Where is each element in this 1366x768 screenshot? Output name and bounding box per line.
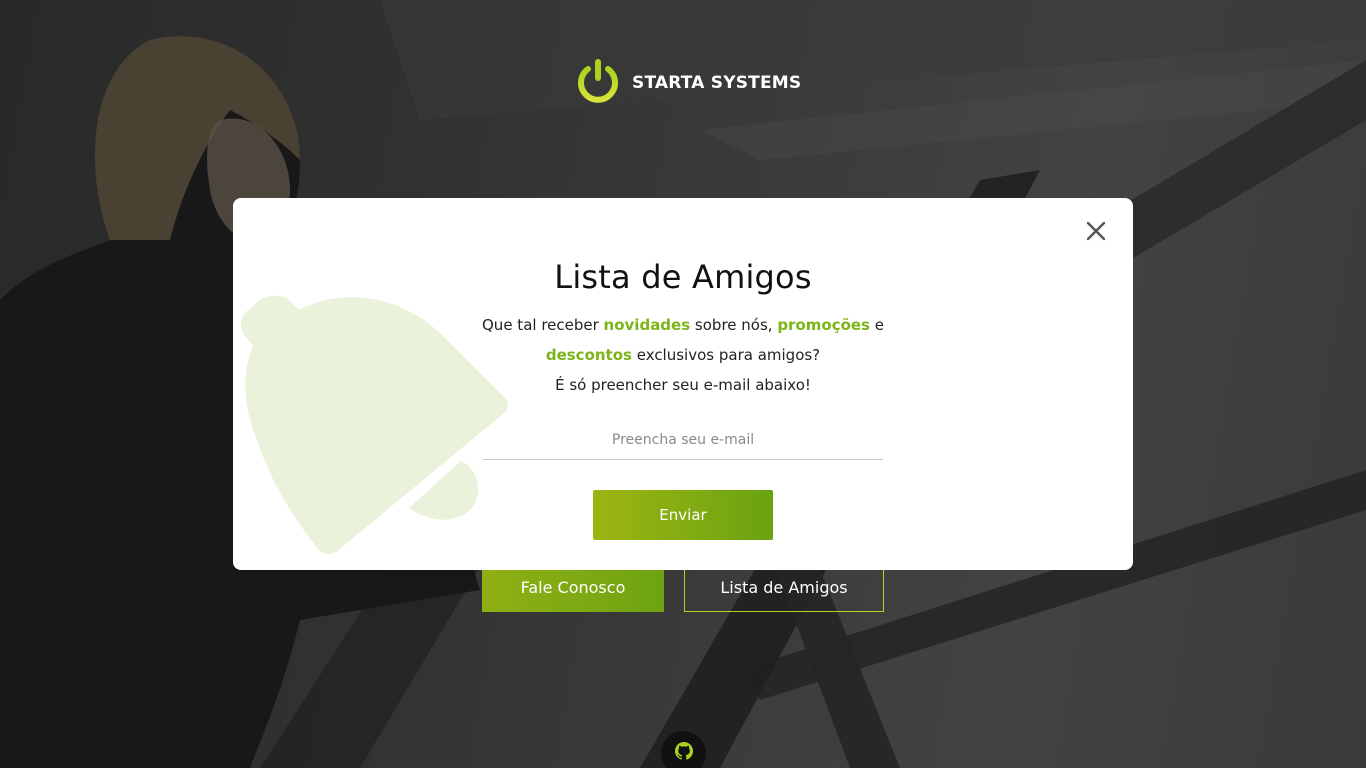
github-button[interactable]: [661, 731, 706, 768]
brand-logo[interactable]: STARTA SYSTEMS: [576, 58, 801, 108]
instruction-text: É só preencher seu e-mail abaixo!: [555, 376, 811, 394]
highlight-promocoes: promoções: [777, 316, 870, 334]
modal-description: Que tal receber novidades sobre nós, pro…: [473, 310, 893, 400]
highlight-novidades: novidades: [603, 316, 691, 334]
close-icon[interactable]: [1085, 220, 1107, 242]
email-input[interactable]: [483, 420, 883, 460]
text-part: exclusivos para amigos?: [631, 346, 821, 364]
power-icon: [576, 57, 620, 110]
modal-title: Lista de Amigos: [554, 258, 812, 296]
highlight-descontos: descontos: [545, 346, 632, 364]
text-part: e: [870, 316, 884, 334]
submit-button[interactable]: Enviar: [593, 490, 773, 540]
github-icon: [674, 742, 693, 765]
text-part: sobre nós,: [690, 316, 778, 334]
newsletter-modal: Lista de Amigos Que tal receber novidade…: [233, 198, 1133, 570]
text-part: Que tal receber: [482, 316, 604, 334]
brand-name: STARTA SYSTEMS: [632, 73, 802, 93]
